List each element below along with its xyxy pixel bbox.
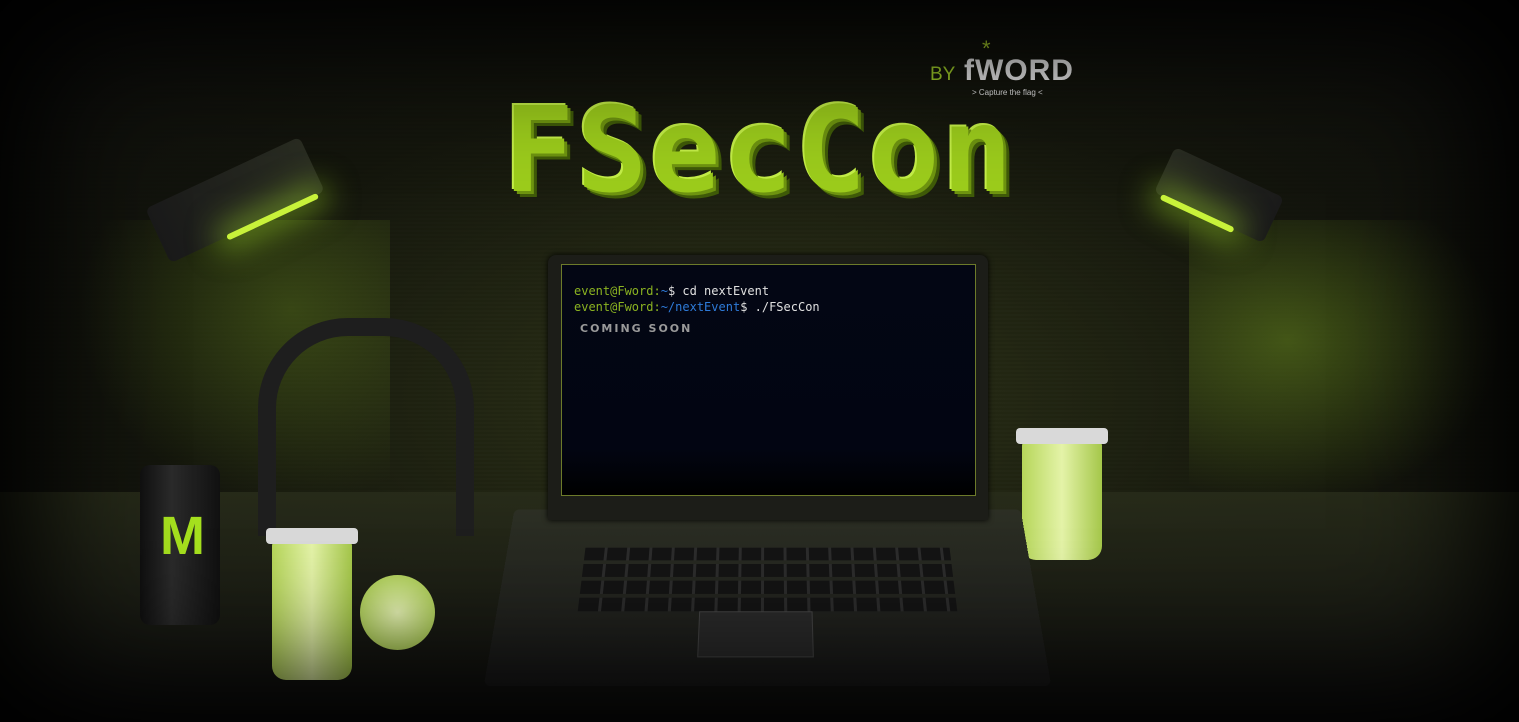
headphones-image (258, 318, 474, 536)
touchpad (697, 611, 814, 658)
coffee-cup-tipped (360, 575, 435, 650)
event-title-logo: FSecCon (503, 81, 1015, 219)
lamp-glow-right (1189, 220, 1519, 520)
terminal-command: $ cd nextEvent (667, 284, 770, 298)
laptop-keyboard (483, 509, 1052, 686)
prompt-user: event@Fword: (574, 300, 661, 314)
energy-drink-can: M (140, 465, 220, 625)
prompt-path: ~/nextEvent (660, 300, 741, 314)
coffee-cup-left (266, 528, 358, 680)
by-label: BY (930, 64, 956, 85)
terminal-window: event@Fword:~$ cd nextEvent event@Fword:… (561, 264, 976, 496)
fword-tagline: > Capture the flag < (972, 88, 1043, 97)
fword-logo: fWORD (964, 54, 1074, 87)
prompt-path: ~ (660, 284, 668, 298)
prompt-user: event@Fword: (574, 284, 661, 298)
terminal-line-1: event@Fword:~$ cd nextEvent (574, 283, 963, 299)
coffee-cup-right (1016, 428, 1108, 560)
can-logo: M (160, 506, 205, 566)
fword-brand[interactable]: BY * fWORD > Capture the flag < (930, 36, 1075, 100)
terminal-command: $ ./FSecCon (740, 300, 820, 314)
terminal-line-2: event@Fword:~/nextEvent$ ./FSecCon (574, 299, 963, 315)
coming-soon-status: COMING SOON (580, 322, 693, 335)
